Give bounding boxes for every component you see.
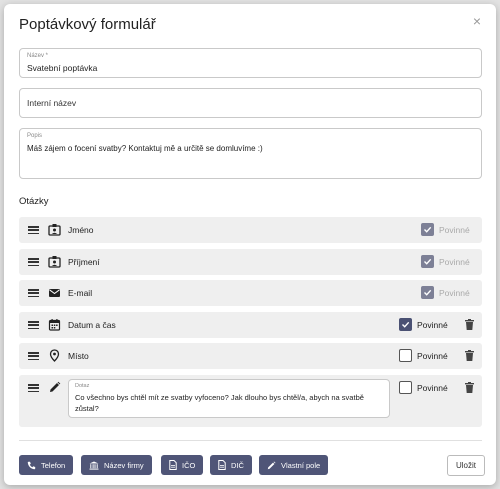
drag-handle-icon[interactable] [28,384,39,392]
close-icon[interactable]: × [470,14,484,28]
drag-handle-icon[interactable] [28,226,39,234]
description-field-value: Máš zájem o focení svatby? Kontaktuj mě … [27,144,263,153]
required-label: Povinné [439,225,470,235]
description-field[interactable]: Popis Máš zájem o focení svatby? Kontakt… [19,128,482,179]
document-icon [169,460,177,470]
add-phone-button[interactable]: Telefon [19,455,74,475]
trash-icon[interactable] [465,382,474,393]
envelope-icon [49,289,60,297]
question-row: Příjmení Povinné [19,249,482,275]
required-label: Povinné [439,288,470,298]
id-card-icon [48,256,61,268]
required-label: Povinné [417,351,448,361]
document-icon [218,460,226,470]
dialog-title: Poptávkový formulář [19,16,156,33]
name-field-label: Název * [27,53,49,59]
required-checkbox[interactable] [399,349,412,362]
internal-name-placeholder: Interní název [27,98,77,108]
phone-icon [27,461,36,469]
required-label: Povinné [439,257,470,267]
question-label: Datum a čas [68,320,116,330]
question-label: E-mail [68,288,93,298]
add-dic-button[interactable]: DIČ [210,455,252,475]
pencil-icon [267,461,276,469]
add-dic-label: DIČ [231,460,244,470]
add-company-name-label: Název firmy [104,460,144,470]
question-text-value: Co všechno bys chtěl mít ze svatby vyfoc… [75,393,364,413]
question-row: Místo Povinné [19,343,482,369]
divider [19,440,482,441]
add-phone-label: Telefon [41,460,66,470]
trash-icon[interactable] [465,350,474,361]
drag-handle-icon[interactable] [28,352,39,360]
add-ico-label: IČO [182,460,196,470]
description-field-label: Popis [27,133,43,139]
required-checkbox[interactable] [399,318,412,331]
pencil-icon [50,381,61,392]
name-field[interactable]: Název * Svatební poptávka [19,48,482,78]
add-custom-field-label: Vlastní pole [281,460,321,470]
dialog: Poptávkový formulář × Název * Svatební p… [4,4,496,485]
question-label: Místo [68,351,89,361]
id-card-icon [48,224,61,236]
add-company-name-button[interactable]: Název firmy [81,455,152,475]
required-checkbox [421,286,434,299]
add-custom-field-button[interactable]: Vlastní pole [259,455,329,475]
question-row: E-mail Povinné [19,280,482,306]
required-checkbox [421,255,434,268]
question-row: Datum a čas Povinné [19,312,482,338]
questions-title: Otázky [19,196,49,207]
trash-icon[interactable] [465,319,474,330]
drag-handle-icon[interactable] [28,321,39,329]
question-text-field[interactable]: Dotaz Co všechno bys chtěl mít ze svatby… [68,379,390,418]
required-checkbox[interactable] [399,381,412,394]
question-label: Jméno [68,225,94,235]
drag-handle-icon[interactable] [28,258,39,266]
question-label: Příjmení [68,257,100,267]
question-row: Dotaz Co všechno bys chtěl mít ze svatby… [19,375,482,427]
required-label: Povinné [417,383,448,393]
drag-handle-icon[interactable] [28,289,39,297]
add-ico-button[interactable]: IČO [161,455,204,475]
question-row: Jméno Povinné [19,217,482,243]
save-button[interactable]: Uložit [447,455,485,476]
location-pin-icon [49,349,60,362]
calendar-icon [48,319,61,331]
internal-name-field[interactable]: Interní název [19,88,482,118]
required-checkbox [421,223,434,236]
name-field-value: Svatební poptávka [27,63,98,73]
question-text-label: Dotaz [75,383,90,389]
required-label: Povinné [417,320,448,330]
bank-icon [89,461,99,470]
